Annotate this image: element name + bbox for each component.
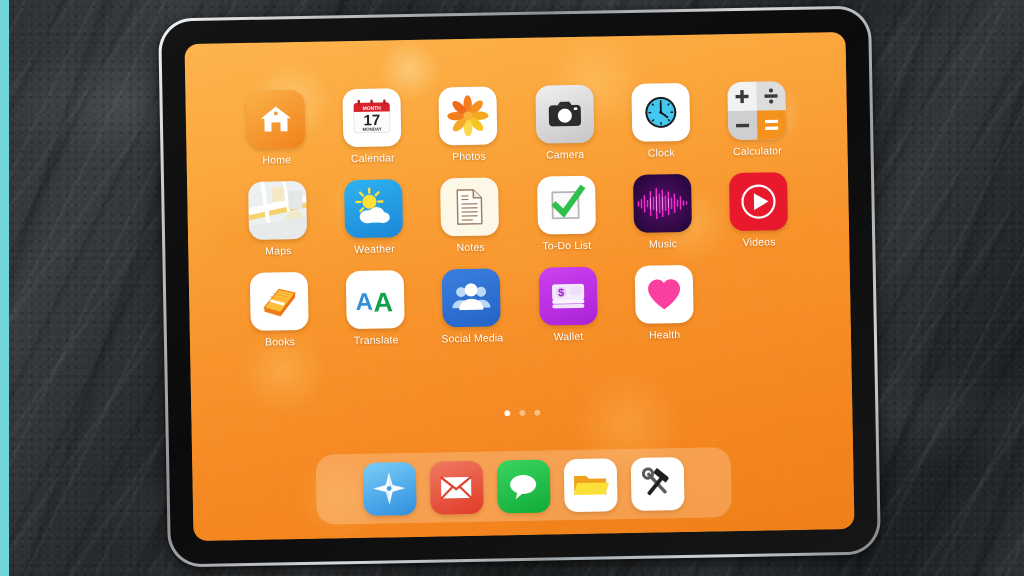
app-label: Music (648, 238, 678, 251)
app-label: Clock (647, 147, 675, 160)
app-icon-calculator[interactable]: Calculator (712, 81, 801, 159)
app-icon-camera[interactable]: Camera (520, 84, 609, 162)
accent-strip (0, 0, 9, 576)
maps-tile[interactable] (248, 180, 308, 240)
page-dot-2[interactable] (518, 409, 525, 417)
app-grid: Home MONTH 17 MONDAY Calendar Photos Cam… (227, 81, 809, 350)
app-icon-translate[interactable]: A A Translate (331, 270, 420, 348)
svg-text:A: A (356, 289, 374, 316)
tablet-frame: Home MONTH 17 MONDAY Calendar Photos Cam… (158, 5, 881, 568)
app-icon-clock[interactable]: Clock (616, 82, 705, 161)
dock-item-tools[interactable] (630, 456, 685, 511)
grid-empty-cell (760, 264, 761, 340)
svg-text:A: A (373, 287, 393, 317)
app-icon-social-media[interactable]: Social Media (427, 268, 516, 346)
app-label: Maps (265, 245, 292, 258)
translate-tile[interactable]: A A (345, 270, 405, 330)
app-label: Books (264, 336, 296, 349)
tablet-device: Home MONTH 17 MONDAY Calendar Photos Cam… (158, 5, 881, 568)
app-label: Calendar (350, 152, 395, 166)
wallet-icon: $ (551, 283, 584, 309)
music-tile[interactable] (632, 173, 692, 233)
weather-tile[interactable] (344, 179, 404, 239)
music-icon (637, 187, 687, 220)
dock-item-safari[interactable] (362, 461, 417, 516)
health-tile[interactable] (634, 264, 694, 324)
home-tile[interactable] (246, 89, 306, 149)
photos-tile[interactable] (438, 86, 498, 146)
svg-text:$: $ (558, 287, 564, 299)
page-dot-3[interactable] (533, 409, 540, 416)
app-icon-photos[interactable]: Photos (424, 86, 513, 164)
app-icon-books[interactable]: Books (235, 271, 324, 350)
clock-tile[interactable] (631, 82, 691, 142)
dock-item-messages[interactable] (496, 458, 551, 513)
chat-icon (510, 474, 537, 500)
tablet-bezel: Home MONTH 17 MONDAY Calendar Photos Cam… (161, 8, 878, 565)
desktop-backdrop: Home MONTH 17 MONDAY Calendar Photos Cam… (0, 0, 1024, 576)
wallet-tile[interactable]: $ (538, 266, 598, 326)
calendar-tile[interactable]: MONTH 17 MONDAY (342, 88, 402, 148)
app-label: Health (648, 329, 681, 342)
app-icon-weather[interactable]: Weather (329, 179, 418, 257)
app-icon-notes[interactable]: Notes (425, 177, 514, 255)
app-label: Weather (354, 243, 395, 257)
notes-icon (456, 189, 483, 225)
app-label: Videos (742, 236, 776, 249)
dock-item-mail[interactable] (429, 460, 484, 515)
videos-tile[interactable] (728, 172, 788, 232)
envelope-icon (440, 476, 473, 500)
weather-icon (355, 187, 390, 224)
heart-icon (647, 279, 680, 310)
calculator-tile[interactable] (727, 81, 787, 141)
translate-icon: A A (356, 287, 394, 317)
books-tile[interactable] (249, 271, 309, 331)
people-icon (452, 283, 491, 311)
tablet-screen: Home MONTH 17 MONDAY Calendar Photos Cam… (184, 31, 855, 542)
book-icon (263, 288, 297, 317)
app-icon-health[interactable]: Health (619, 264, 708, 343)
page-dot-1[interactable] (503, 410, 510, 417)
app-label: To-Do List (542, 239, 592, 253)
clock-icon (645, 96, 677, 128)
calendar-weekday-text: MONDAY (363, 126, 382, 131)
checkbox-icon (550, 184, 585, 220)
dock-item-files[interactable] (563, 457, 618, 512)
social-media-tile[interactable] (442, 268, 502, 328)
app-icon-todo-list[interactable]: To-Do List (522, 175, 611, 253)
app-label: Notes (456, 241, 485, 255)
app-label: Calculator (732, 145, 782, 159)
todo-tile[interactable] (536, 175, 596, 235)
folder-icon (573, 475, 610, 496)
app-label: Wallet (553, 330, 584, 344)
app-label: Social Media (441, 332, 504, 346)
tools-icon (641, 467, 669, 496)
calculator-icon (727, 81, 787, 141)
video-play-icon (741, 184, 776, 219)
calendar-icon: MONTH 17 MONDAY (353, 99, 391, 134)
app-icon-home[interactable]: Home (231, 89, 320, 168)
camera-tile[interactable] (534, 84, 594, 144)
camera-icon (548, 101, 581, 127)
app-label: Camera (545, 148, 585, 162)
app-label: Home (262, 154, 292, 167)
app-icon-maps[interactable]: Maps (233, 180, 322, 259)
photos-icon (447, 95, 489, 137)
app-icon-calendar[interactable]: MONTH 17 MONDAY Calendar (328, 88, 417, 166)
compass-icon (373, 472, 406, 505)
app-icon-wallet[interactable]: $ Wallet (523, 266, 612, 344)
dock (315, 447, 732, 525)
notes-tile[interactable] (440, 177, 500, 237)
app-label: Translate (353, 334, 399, 348)
home-icon (260, 106, 291, 132)
maps-icon (248, 180, 308, 240)
app-icon-music[interactable]: Music (618, 173, 707, 252)
app-icon-videos[interactable]: Videos (714, 172, 803, 250)
app-label: Photos (452, 150, 486, 164)
